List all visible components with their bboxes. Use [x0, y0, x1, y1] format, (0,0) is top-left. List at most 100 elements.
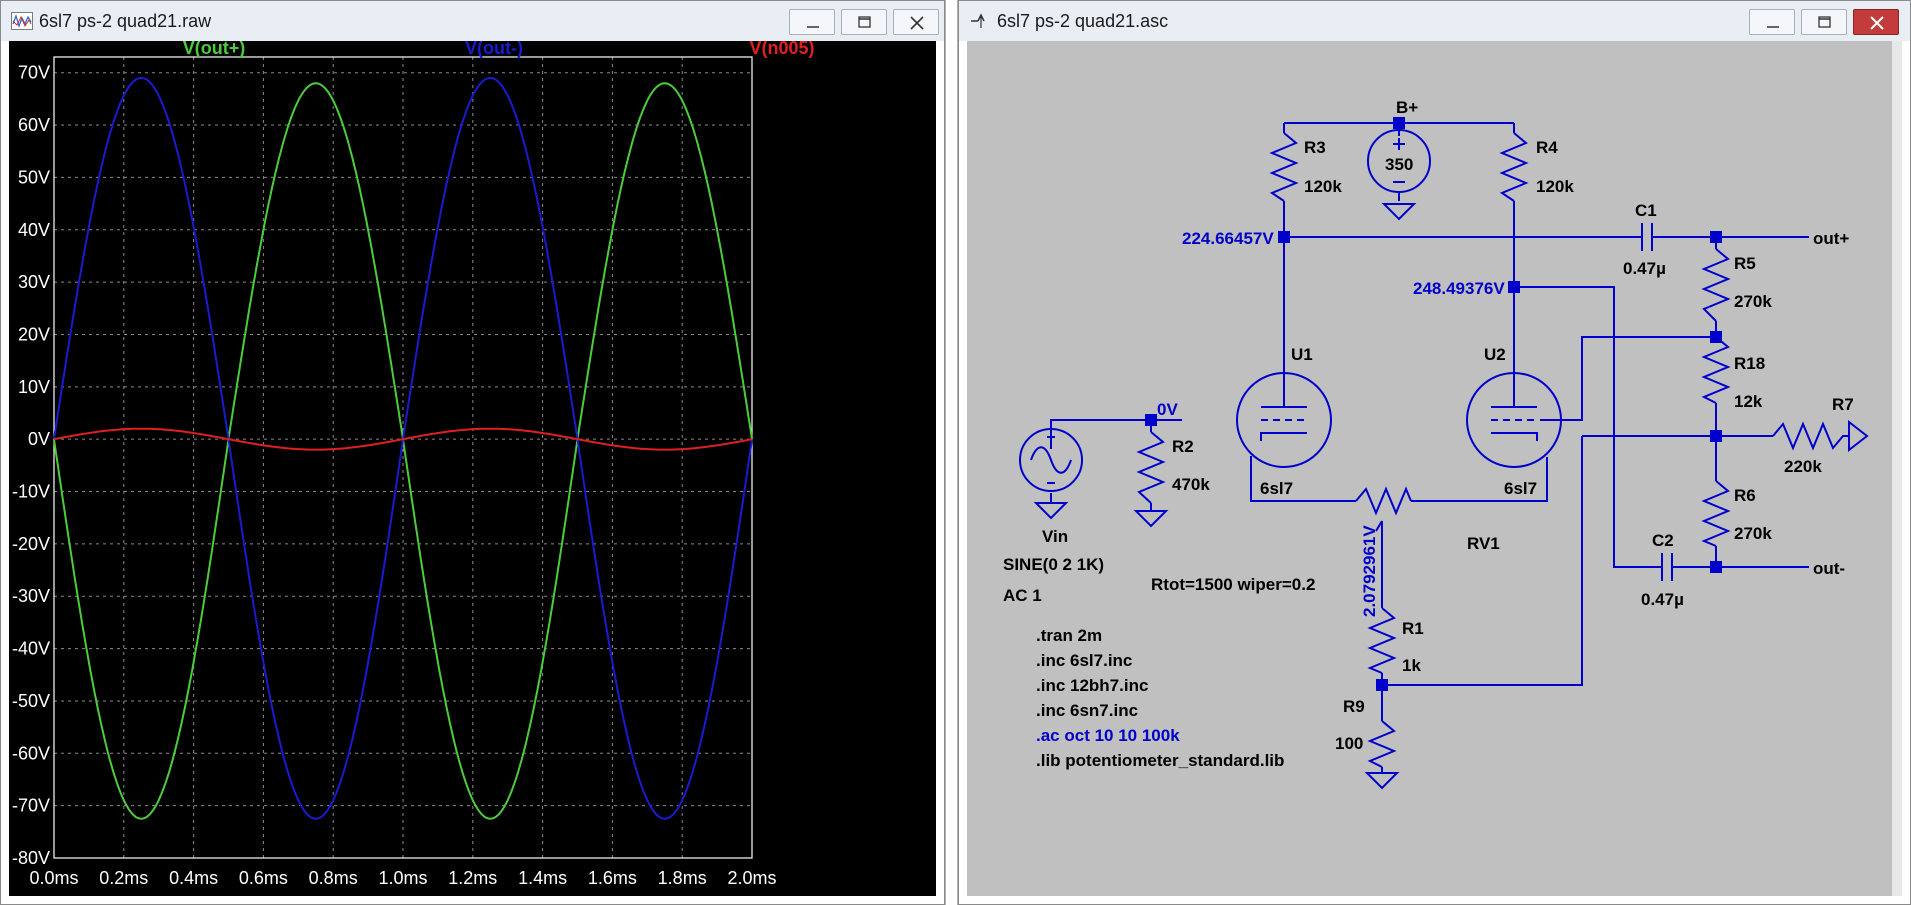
- r9-label: R9: [1343, 697, 1365, 716]
- restore-icon: [1818, 16, 1831, 28]
- trace-legend-label: V(out-): [465, 41, 523, 58]
- y-tick-label: -40V: [12, 639, 50, 659]
- node-voltage-3: 2.0792961V: [1360, 525, 1379, 617]
- y-tick-label: 10V: [18, 377, 50, 397]
- close-icon: [910, 16, 924, 30]
- y-tick-label: 30V: [18, 272, 50, 292]
- u2-label: U2: [1484, 345, 1506, 364]
- r7-label: R7: [1832, 395, 1854, 414]
- rv1-params: Rtot=1500 wiper=0.2: [1151, 575, 1315, 594]
- wires: [1050, 122, 1809, 773]
- trace-legend-label: V(n005): [749, 41, 814, 58]
- r18-value: 12k: [1734, 392, 1763, 411]
- y-tick-label: 40V: [18, 220, 50, 240]
- r2-label: R2: [1172, 437, 1194, 456]
- maximize-button[interactable]: [1801, 9, 1847, 35]
- y-tick-label: -80V: [12, 848, 50, 868]
- y-tick-label: -50V: [12, 691, 50, 711]
- maximize-button[interactable]: [841, 9, 887, 35]
- x-tick-label: 2.0ms: [727, 868, 776, 888]
- bplus-label: B+: [1396, 98, 1418, 117]
- x-tick-label: 0.6ms: [239, 868, 288, 888]
- vin-sine: SINE(0 2 1K): [1003, 555, 1104, 574]
- waveform-window-title: 6sl7 ps-2 quad21.raw: [39, 11, 212, 31]
- schematic-window[interactable]: 6sl7 ps-2 quad21.asc B+ 350 R3 120k R4 1…: [958, 0, 1911, 905]
- directive-line: .lib potentiometer_standard.lib: [1036, 751, 1284, 770]
- r3-value: 120k: [1304, 177, 1342, 196]
- r7-value: 220k: [1784, 457, 1822, 476]
- y-tick-label: 20V: [18, 324, 50, 344]
- r6-label: R6: [1734, 486, 1756, 505]
- waveform-titlebar[interactable]: 6sl7 ps-2 quad21.raw: [1, 1, 944, 41]
- waveform-chart[interactable]: 0.0ms 0.2ms 0.4ms 0.6ms 0.8ms 1.0ms 1.2ms 1.4ms…: [9, 38, 936, 898]
- c2-label: C2: [1652, 531, 1674, 550]
- y-tick-label: 0V: [28, 429, 50, 449]
- schematic-app-icon: [971, 13, 985, 28]
- x-tick-label: 0.0ms: [29, 868, 78, 888]
- y-tick-label: -60V: [12, 743, 50, 763]
- y-tick-label: -70V: [12, 796, 50, 816]
- rv1-label: RV1: [1467, 534, 1500, 553]
- close-button[interactable]: [1853, 9, 1899, 35]
- waveform-plot-area[interactable]: 0.0ms 0.2ms 0.4ms 0.6ms 0.8ms 1.0ms 1.2ms 1.4ms…: [9, 38, 936, 898]
- minimize-button[interactable]: [789, 9, 835, 35]
- x-tick-label: 1.0ms: [378, 868, 427, 888]
- x-tick-label: 0.8ms: [309, 868, 358, 888]
- r3-label: R3: [1304, 138, 1326, 157]
- r5-label: R5: [1734, 254, 1756, 273]
- r4-value: 120k: [1536, 177, 1574, 196]
- schematic-drawing[interactable]: B+ 350 R3 120k R4 120k C1 0.47µ R5 270k …: [967, 41, 1904, 898]
- spice-directives: .tran 2m .inc 6sl7.inc .inc 12bh7.inc .i…: [1036, 626, 1284, 770]
- supply-value-label: 350: [1385, 155, 1413, 174]
- r18-label: R18: [1734, 354, 1765, 373]
- r5-value: 270k: [1734, 292, 1772, 311]
- y-tick-label: 60V: [18, 115, 50, 135]
- waveform-app-icon: [11, 12, 33, 30]
- x-tick-label: 1.2ms: [448, 868, 497, 888]
- u1-label: U1: [1291, 345, 1313, 364]
- minimize-button[interactable]: [1749, 9, 1795, 35]
- r9-value: 100: [1335, 734, 1363, 753]
- schematic-window-title: 6sl7 ps-2 quad21.asc: [997, 11, 1169, 31]
- node-voltage-1: 224.66457V: [1182, 229, 1274, 248]
- close-button[interactable]: [893, 9, 939, 35]
- directive-line: .inc 12bh7.inc: [1036, 676, 1148, 695]
- node-voltage-2: 248.49376V: [1413, 279, 1505, 298]
- minimize-icon: [1767, 26, 1779, 28]
- r1-value: 1k: [1402, 656, 1421, 675]
- u1-model: 6sl7: [1260, 479, 1293, 498]
- y-tick-label: -10V: [12, 482, 50, 502]
- directive-line: .ac oct 10 10 100k: [1036, 726, 1180, 745]
- close-icon: [1870, 16, 1884, 30]
- schematic-canvas[interactable]: B+ 350 R3 120k R4 120k C1 0.47µ R5 270k …: [967, 41, 1902, 896]
- c1-label: C1: [1635, 201, 1657, 220]
- c2-value: 0.47µ: [1641, 590, 1684, 609]
- out-plus-label: out+: [1813, 229, 1849, 248]
- u2-model: 6sl7: [1504, 479, 1537, 498]
- x-tick-label: 0.4ms: [169, 868, 218, 888]
- node-voltage-zero: 0V: [1157, 400, 1178, 419]
- x-tick-label: 1.4ms: [518, 868, 567, 888]
- waveform-window[interactable]: 6sl7 ps-2 quad21.raw 0.0ms 0.2ms 0.4ms 0.6m…: [0, 0, 945, 905]
- y-tick-label: -20V: [12, 534, 50, 554]
- out-minus-label: out-: [1813, 559, 1845, 578]
- r1-label: R1: [1402, 619, 1424, 638]
- x-tick-label: 1.6ms: [588, 868, 637, 888]
- trace-legend-label: V(out+): [183, 41, 246, 58]
- y-tick-label: -30V: [12, 586, 50, 606]
- vin-label: Vin: [1042, 527, 1068, 546]
- directive-line: .inc 6sn7.inc: [1036, 701, 1138, 720]
- vin-ac: AC 1: [1003, 586, 1042, 605]
- y-tick-label: 50V: [18, 167, 50, 187]
- r4-label: R4: [1536, 138, 1558, 157]
- y-tick-label: 70V: [18, 63, 50, 83]
- x-tick-label: 0.2ms: [99, 868, 148, 888]
- x-tick-label: 1.8ms: [658, 868, 707, 888]
- directive-line: .inc 6sl7.inc: [1036, 651, 1132, 670]
- c1-value: 0.47µ: [1623, 259, 1666, 278]
- r2-value: 470k: [1172, 475, 1210, 494]
- waveform-trace: [53, 427, 753, 451]
- schematic-titlebar[interactable]: 6sl7 ps-2 quad21.asc: [959, 1, 1910, 41]
- r6-value: 270k: [1734, 524, 1772, 543]
- window-divider: [945, 0, 958, 905]
